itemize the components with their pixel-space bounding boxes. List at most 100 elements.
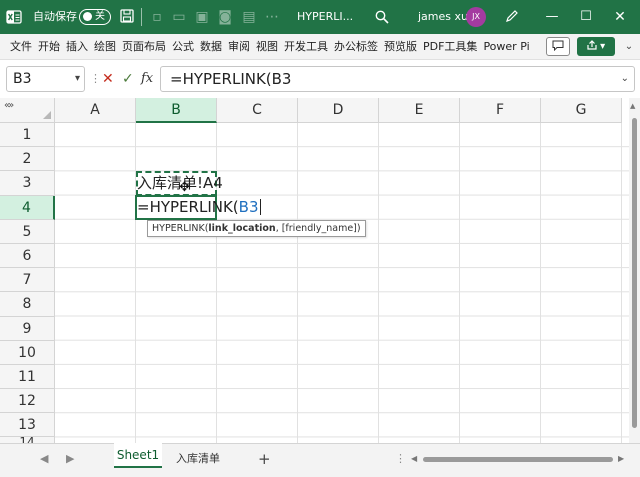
- tab-office-tab[interactable]: 办公标签: [331, 34, 381, 60]
- comment-icon[interactable]: [546, 37, 570, 56]
- sheet-tab-inventory[interactable]: 入库清单: [170, 444, 226, 474]
- paste-icon[interactable]: ▤: [240, 0, 258, 34]
- row-header-active[interactable]: 4: [0, 195, 55, 220]
- maximize-icon[interactable]: ☐: [574, 0, 598, 34]
- tab-data[interactable]: 数据: [197, 34, 225, 60]
- vertical-scrollbar[interactable]: ▲: [629, 98, 640, 443]
- avatar[interactable]: JX: [466, 7, 486, 27]
- row-header[interactable]: 2: [0, 147, 55, 172]
- row-header[interactable]: 6: [0, 243, 55, 269]
- autosave-state: 关: [95, 11, 105, 22]
- row-header[interactable]: 12: [0, 389, 55, 414]
- row-headers: 1 2 3 4 5 6 7 8 9 10 11 12 13 14: [0, 123, 55, 448]
- chevron-down-icon[interactable]: ▾: [75, 67, 80, 91]
- formula-bar: B3 ▾ ⋮ ✕ ✓ fx =HYPERLINK(B3 ⌄: [0, 60, 640, 98]
- tab-preview[interactable]: 预览版: [381, 34, 420, 60]
- tab-formulas[interactable]: 公式: [169, 34, 197, 60]
- ribbon-tabs: 文件 开始 插入 绘图 页面布局 公式 数据 审阅 视图 开发工具 办公标签 预…: [0, 34, 533, 60]
- column-header-b[interactable]: B: [136, 98, 217, 123]
- function-tooltip: HYPERLINK(link_location, [friendly_name]…: [147, 220, 366, 237]
- add-sheet-button[interactable]: +: [258, 444, 271, 474]
- save-icon[interactable]: [118, 0, 136, 34]
- scroll-left-icon[interactable]: ◀: [411, 444, 417, 474]
- search-icon[interactable]: [373, 0, 391, 34]
- excel-icon[interactable]: [6, 9, 22, 25]
- tooltip-current-arg[interactable]: link_location: [208, 223, 275, 234]
- tab-insert[interactable]: 插入: [63, 34, 91, 60]
- next-sheet-icon[interactable]: ▶: [66, 444, 74, 474]
- column-headers: A B C D E F G: [55, 98, 622, 123]
- tab-review[interactable]: 审阅: [225, 34, 253, 60]
- select-all-triangle-icon: [43, 111, 51, 119]
- toggle-knob: [83, 12, 92, 21]
- column-header-e[interactable]: E: [379, 98, 460, 123]
- move-cursor-icon: ✥: [179, 180, 190, 195]
- column-header-a[interactable]: A: [55, 98, 136, 123]
- tab-home[interactable]: 开始: [35, 34, 63, 60]
- cancel-icon[interactable]: ✕: [102, 60, 114, 98]
- row-header[interactable]: 7: [0, 268, 55, 293]
- formula-input[interactable]: =HYPERLINK(B3 ⌄: [160, 66, 635, 92]
- column-header-g[interactable]: G: [541, 98, 622, 123]
- expand-formula-bar-icon[interactable]: ⌄: [621, 67, 629, 91]
- quick-access-dropdown-icon[interactable]: ⋯: [263, 0, 281, 34]
- fx-icon[interactable]: fx: [141, 60, 153, 98]
- share-button[interactable]: ▾: [577, 37, 615, 56]
- horizontal-scrollbar-thumb[interactable]: [423, 457, 613, 462]
- row-header[interactable]: 9: [0, 316, 55, 341]
- name-box[interactable]: B3 ▾: [6, 66, 85, 92]
- tab-file[interactable]: 文件: [0, 34, 35, 60]
- title-bar: 自动保存 关 ▫ ▭ ▣ ◙ ▤ ⋯ HYPERLI... james xu J…: [0, 0, 640, 34]
- cell-b4-editing[interactable]: =HYPERLINK(B3: [137, 195, 261, 219]
- open-folder-icon[interactable]: ▭: [170, 0, 188, 34]
- ribbon-tab-bar: 文件 开始 插入 绘图 页面布局 公式 数据 审阅 视图 开发工具 办公标签 预…: [0, 34, 640, 60]
- row-header[interactable]: 1: [0, 123, 55, 148]
- vertical-dots-icon: ⋮: [90, 72, 101, 85]
- tab-power-pivot[interactable]: Power Pi: [480, 34, 532, 60]
- pen-icon[interactable]: [503, 0, 521, 34]
- row-header[interactable]: 10: [0, 340, 55, 365]
- tab-split-dots-icon[interactable]: ⋮: [395, 444, 406, 474]
- print-preview-icon[interactable]: ▣: [193, 0, 211, 34]
- text-caret: [259, 199, 261, 215]
- cell-b4-formula-prefix: =HYPERLINK(: [137, 198, 239, 216]
- row-header[interactable]: 8: [0, 292, 55, 317]
- sheet-tab-bar: ◀ ▶ Sheet1 入库清单 + ⋮ ◀ ▶: [0, 443, 640, 477]
- row-header[interactable]: 13: [0, 413, 55, 438]
- row-header[interactable]: 3: [0, 171, 55, 196]
- column-header-f[interactable]: F: [460, 98, 541, 123]
- column-header-c[interactable]: C: [217, 98, 298, 123]
- row-header[interactable]: 5: [0, 219, 55, 244]
- minimize-icon[interactable]: —: [540, 0, 564, 34]
- ribbon-options-icon[interactable]: ⌄: [622, 34, 636, 60]
- tab-draw[interactable]: 绘图: [91, 34, 119, 60]
- sheet-tab-sheet1[interactable]: Sheet1: [114, 443, 162, 468]
- new-file-icon[interactable]: ▫: [148, 0, 166, 34]
- scrollbar-thumb[interactable]: [632, 118, 637, 428]
- column-header-d[interactable]: D: [298, 98, 379, 123]
- camera-icon[interactable]: ◙: [216, 0, 234, 34]
- tab-pdf-tools[interactable]: PDF工具集: [420, 34, 480, 60]
- checkmark-icon[interactable]: ✓: [122, 60, 134, 98]
- formula-text: =HYPERLINK(B3: [170, 70, 292, 88]
- document-title: HYPERLI...: [297, 10, 354, 23]
- row-header[interactable]: 11: [0, 364, 55, 390]
- tab-page-layout[interactable]: 页面布局: [119, 34, 169, 60]
- select-all-button[interactable]: «»: [0, 98, 55, 123]
- toolbar-divider: [141, 8, 142, 26]
- user-name[interactable]: james xu: [418, 0, 468, 34]
- scroll-right-icon[interactable]: ▶: [618, 444, 624, 474]
- autosave-toggle[interactable]: 关: [79, 9, 111, 25]
- cell-grid[interactable]: 入库清单!A4 ✥ =HYPERLINK(B3 HYPERLINK(link_l…: [55, 123, 629, 443]
- collapse-arrows-icon[interactable]: «»: [4, 100, 14, 111]
- tooltip-remaining-args: , [friendly_name]): [275, 223, 361, 234]
- tab-developer[interactable]: 开发工具: [281, 34, 331, 60]
- tooltip-function-name[interactable]: HYPERLINK(: [152, 223, 208, 234]
- name-box-value: B3: [13, 71, 32, 87]
- autosave-label: 自动保存: [33, 10, 77, 23]
- cell-b4-reference: B3: [238, 198, 259, 216]
- prev-sheet-icon[interactable]: ◀: [40, 444, 48, 474]
- tab-view[interactable]: 视图: [253, 34, 281, 60]
- close-icon[interactable]: ✕: [606, 0, 634, 34]
- scroll-up-icon[interactable]: ▲: [630, 102, 635, 110]
